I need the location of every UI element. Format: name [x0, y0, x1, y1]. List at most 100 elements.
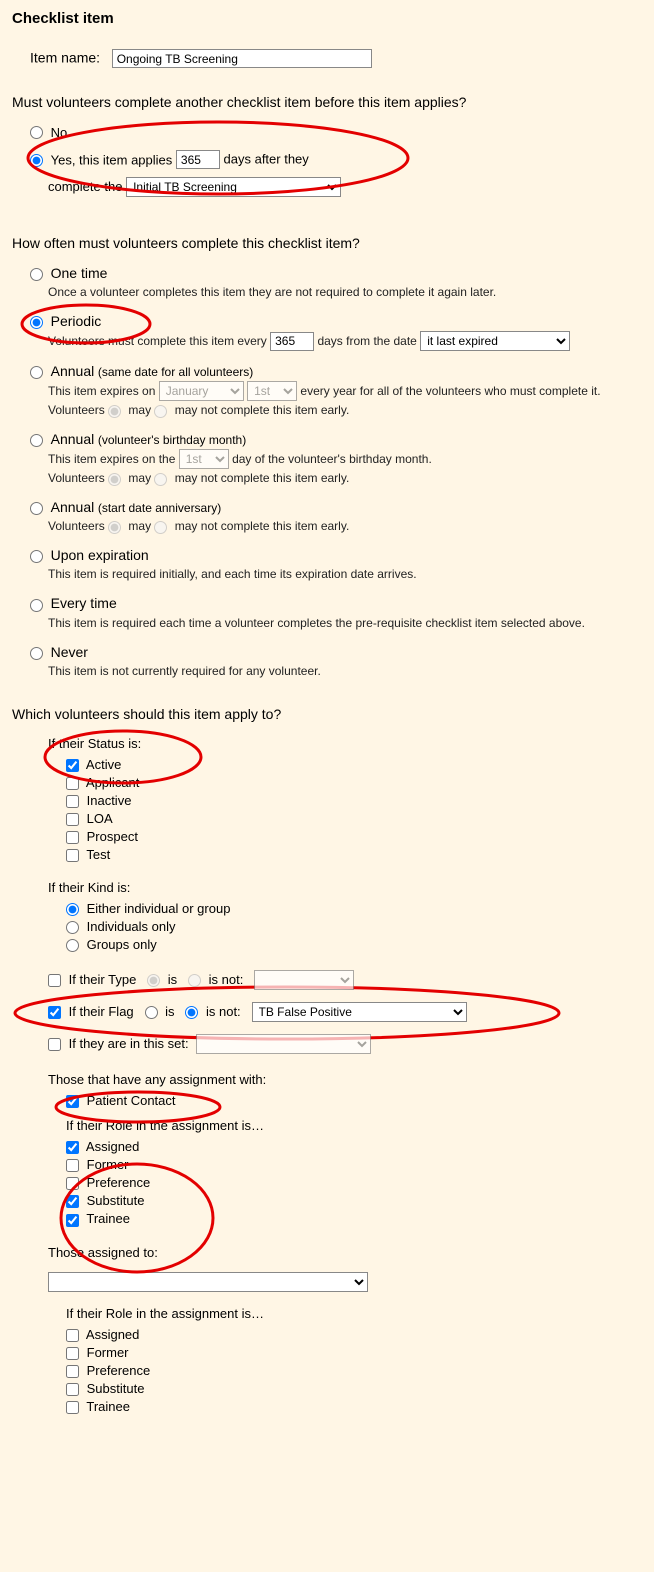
role2-preference-label: Preference — [87, 1363, 151, 1378]
status-test-label: Test — [86, 847, 110, 862]
page-title: Checklist item — [12, 10, 642, 27]
freq-annual-bday-label: Annual — [51, 431, 95, 447]
assigned-to-select[interactable] — [48, 1272, 368, 1292]
status-applicant-label: Applicant — [86, 775, 139, 790]
role2-former-checkbox[interactable] — [66, 1347, 79, 1360]
freq-annual-same-early: complete this item early. — [221, 403, 350, 417]
freq-annual-bday-radio[interactable] — [30, 434, 43, 447]
freq-annual-bday-sub-2: day of the volunteer's birthday month. — [232, 452, 432, 466]
role1-assigned-checkbox[interactable] — [66, 1141, 79, 1154]
role2-assigned-label: Assigned — [86, 1327, 139, 1342]
item-name-label: Item name: — [30, 50, 100, 66]
freq-onetime-radio[interactable] — [30, 268, 43, 281]
set-select — [196, 1034, 371, 1054]
role2-assigned-checkbox[interactable] — [66, 1329, 79, 1342]
role1-substitute-checkbox[interactable] — [66, 1195, 79, 1208]
flag-isnot-radio[interactable] — [185, 1006, 198, 1019]
freq-periodic-sub-1: Volunteers must complete this item every — [48, 334, 267, 348]
role1-former-checkbox[interactable] — [66, 1159, 79, 1172]
status-applicant-checkbox[interactable] — [66, 777, 79, 790]
role1-trainee-label: Trainee — [86, 1211, 130, 1226]
kind-radio-2[interactable] — [66, 939, 79, 952]
freq-annual-start-may-radio — [108, 521, 121, 534]
role2-preference-checkbox[interactable] — [66, 1365, 79, 1378]
kind-label-1: Individuals only — [87, 919, 176, 934]
set-enable-checkbox[interactable] — [48, 1038, 61, 1051]
patient-contact-checkbox[interactable] — [66, 1095, 79, 1108]
prereq-yes-label-2: days after they — [224, 152, 309, 167]
freq-every-time-label: Every time — [51, 595, 117, 611]
status-prospect-checkbox[interactable] — [66, 831, 79, 844]
status-prospect-label: Prospect — [87, 829, 138, 844]
question-apply: Which volunteers should this item apply … — [12, 706, 642, 722]
freq-never-label: Never — [51, 644, 88, 660]
freq-annual-same-maynot-radio — [154, 405, 167, 418]
role2-trainee-label: Trainee — [86, 1399, 130, 1414]
kind-radio-0[interactable] — [66, 903, 79, 916]
freq-annual-bday-day-select: 1st — [179, 449, 229, 469]
freq-periodic-sub-2: days from the date — [317, 334, 416, 348]
freq-annual-bday-paren: (volunteer's birthday month) — [98, 433, 246, 447]
role2-substitute-label: Substitute — [87, 1381, 145, 1396]
type-enable-checkbox[interactable] — [48, 974, 61, 987]
type-isnot-radio — [188, 974, 201, 987]
freq-annual-same-may-label: may — [128, 403, 151, 417]
role2-former-label: Former — [87, 1345, 129, 1360]
role1-assigned-label: Assigned — [86, 1139, 139, 1154]
role1-preference-checkbox[interactable] — [66, 1177, 79, 1190]
flag-is-radio[interactable] — [145, 1006, 158, 1019]
kind-label-0: Either individual or group — [87, 901, 231, 916]
kind-label-2: Groups only — [87, 937, 157, 952]
freq-annual-start-may-label: may — [128, 519, 151, 533]
prereq-yes-label-1: Yes, this item applies — [51, 153, 173, 168]
status-heading: If their Status is: — [48, 736, 642, 751]
freq-annual-start-maynot-radio — [154, 521, 167, 534]
prereq-no-radio[interactable] — [30, 126, 43, 139]
freq-upon-exp-sub: This item is required initially, and eac… — [48, 565, 642, 583]
prereq-days-input[interactable] — [176, 150, 220, 169]
set-label: If they are in this set: — [69, 1036, 189, 1051]
type-isnot-label: is not: — [209, 972, 244, 987]
role-heading-1: If their Role in the assignment is… — [66, 1118, 642, 1133]
status-inactive-label: Inactive — [87, 793, 132, 808]
status-loa-checkbox[interactable] — [66, 813, 79, 826]
prereq-no-label: No — [51, 125, 68, 140]
freq-annual-same-radio[interactable] — [30, 366, 43, 379]
freq-annual-same-label: Annual — [51, 363, 95, 379]
role-heading-2: If their Role in the assignment is… — [66, 1306, 642, 1321]
freq-onetime-sub: Once a volunteer completes this item the… — [48, 283, 642, 301]
prereq-yes-radio[interactable] — [30, 154, 43, 167]
role2-substitute-checkbox[interactable] — [66, 1383, 79, 1396]
freq-annual-bday-sub-1: This item expires on the — [48, 452, 175, 466]
patient-contact-label: Patient Contact — [87, 1093, 176, 1108]
item-name-input[interactable] — [112, 49, 372, 68]
role1-trainee-checkbox[interactable] — [66, 1214, 79, 1227]
freq-periodic-radio[interactable] — [30, 316, 43, 329]
kind-radio-1[interactable] — [66, 921, 79, 934]
freq-annual-start-radio[interactable] — [30, 502, 43, 515]
freq-annual-bday-sub-3: Volunteers — [48, 471, 105, 485]
freq-upon-exp-radio[interactable] — [30, 550, 43, 563]
status-test-checkbox[interactable] — [66, 849, 79, 862]
role2-trainee-checkbox[interactable] — [66, 1401, 79, 1414]
freq-annual-bday-may-label: may — [128, 471, 151, 485]
freq-annual-bday-early: complete this item early. — [221, 471, 350, 485]
freq-periodic-days-input[interactable] — [270, 332, 314, 351]
status-active-checkbox[interactable] — [66, 759, 79, 772]
flag-select[interactable]: TB False Positive — [252, 1002, 467, 1022]
prereq-item-select[interactable]: Initial TB Screening — [126, 177, 341, 197]
assign-any-heading: Those that have any assignment with: — [48, 1072, 642, 1087]
freq-onetime-label: One time — [51, 265, 108, 281]
question-frequency: How often must volunteers complete this … — [12, 235, 642, 251]
freq-every-time-radio[interactable] — [30, 599, 43, 612]
freq-never-radio[interactable] — [30, 647, 43, 660]
freq-periodic-from-select[interactable]: it last expired — [420, 331, 570, 351]
type-is-label: is — [168, 972, 177, 987]
type-is-radio — [147, 974, 160, 987]
flag-enable-checkbox[interactable] — [48, 1006, 61, 1019]
kind-heading: If their Kind is: — [48, 880, 642, 895]
freq-annual-same-paren: (same date for all volunteers) — [98, 365, 253, 379]
flag-is-label: is — [165, 1004, 174, 1019]
status-inactive-checkbox[interactable] — [66, 795, 79, 808]
freq-annual-same-may-radio — [108, 405, 121, 418]
